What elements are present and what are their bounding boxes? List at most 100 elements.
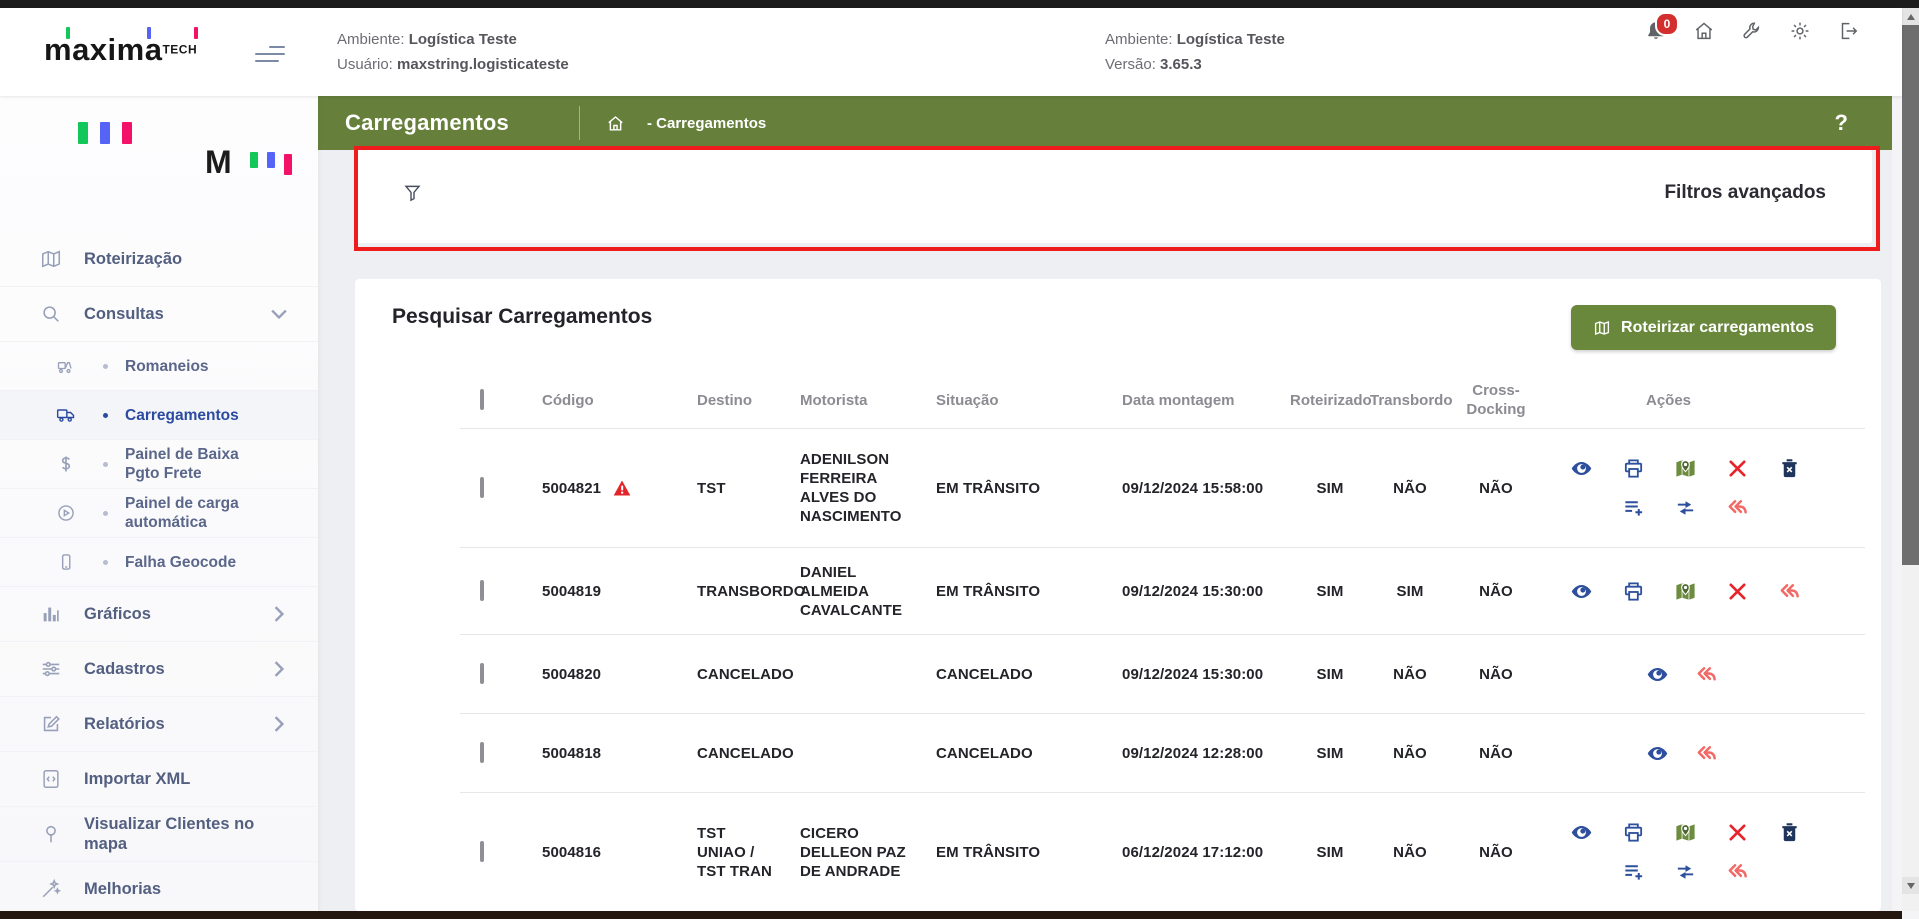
column-header-cross-docking[interactable]: Cross-Docking <box>1450 381 1542 419</box>
roteirizado-cell: SIM <box>1290 582 1370 601</box>
sidebar-item-relatorios[interactable]: Relatórios <box>0 697 318 752</box>
window-bottom-strip <box>0 911 1902 919</box>
filter-funnel-icon[interactable] <box>402 182 423 203</box>
maxima-tech-logo[interactable]: maximaTECH <box>44 32 244 76</box>
undo-icon[interactable] <box>1695 663 1718 686</box>
situacao-cell: CANCELADO <box>914 665 1100 684</box>
logout-icon[interactable] <box>1837 20 1859 42</box>
add-list-icon[interactable] <box>1622 496 1645 519</box>
view-icon[interactable] <box>1646 742 1669 765</box>
search-icon <box>40 303 62 325</box>
actions-line-2 <box>1542 496 1865 519</box>
row-checkbox[interactable] <box>480 841 484 862</box>
cancel-icon[interactable] <box>1726 457 1749 480</box>
view-icon[interactable] <box>1570 821 1593 844</box>
add-list-icon[interactable] <box>1622 860 1645 883</box>
menu-toggle-icon[interactable] <box>255 46 285 64</box>
sidebar-item-roteirizacao[interactable]: Roteirização <box>0 232 318 287</box>
table-row: 5004819TRANSBORDODANIEL ALMEIDA CAVALCAN… <box>460 547 1865 634</box>
column-header-motorista[interactable]: Motorista <box>778 391 914 410</box>
motorista-cell: CICERO DELLEON PAZ DE ANDRADE <box>778 824 914 881</box>
advanced-filters-link[interactable]: Filtros avançados <box>1664 182 1826 204</box>
trash-icon[interactable] <box>1778 821 1801 844</box>
app-header: maximaTECH Ambiente: Logística Teste Usu… <box>0 8 1902 96</box>
sliders-icon <box>40 658 62 680</box>
map-icon <box>1593 319 1611 337</box>
tools-wrench-icon[interactable] <box>1741 20 1763 42</box>
sidebar-item-melhorias[interactable]: Melhorias <box>0 862 318 911</box>
scrollbar-thumb[interactable] <box>1902 25 1919 565</box>
sidebar-item-visualizar-clientes-no-mapa[interactable]: Visualizar Clientes no mapa <box>0 807 318 862</box>
breadcrumb-home-icon[interactable] <box>606 114 625 133</box>
chevron-right-icon <box>268 603 290 625</box>
column-header-acoes[interactable]: Ações <box>1542 391 1865 410</box>
column-header-destino[interactable]: Destino <box>675 391 778 410</box>
settings-gear-icon[interactable] <box>1789 20 1811 42</box>
column-header-data-montagem[interactable]: Data montagem <box>1100 391 1290 410</box>
sidebar-item-label: Visualizar Clientes no mapa <box>84 814 274 854</box>
route-map-icon[interactable] <box>1674 821 1697 844</box>
acoes-cell <box>1542 580 1865 603</box>
view-icon[interactable] <box>1646 663 1669 686</box>
transfer-icon[interactable] <box>1674 496 1697 519</box>
sidebar-item-romaneios[interactable]: Romaneios <box>0 342 318 391</box>
row-checkbox[interactable] <box>480 477 484 498</box>
cancel-icon[interactable] <box>1726 821 1749 844</box>
undo-icon[interactable] <box>1726 496 1749 519</box>
data-montagem-cell: 09/12/2024 15:58:00 <box>1100 479 1290 498</box>
transfer-icon[interactable] <box>1674 860 1697 883</box>
help-button[interactable]: ? <box>1835 110 1848 136</box>
sidebar-item-label: Cadastros <box>84 659 165 679</box>
row-checkbox[interactable] <box>480 742 484 763</box>
sidebar-item-cadastros[interactable]: Cadastros <box>0 642 318 697</box>
sidebar-item-painel-de-carga-automatica[interactable]: Painel de carga automática <box>0 489 318 538</box>
destino-cell: TRANSBORDO <box>675 582 778 601</box>
column-header-transbordo[interactable]: Transbordo <box>1370 391 1450 410</box>
trash-icon[interactable] <box>1778 457 1801 480</box>
sidebar-item-consultas[interactable]: Consultas <box>0 287 318 342</box>
sidebar-item-label: Painel de Baixa Pgto Frete <box>125 445 275 483</box>
print-icon[interactable] <box>1622 580 1645 603</box>
home-icon[interactable] <box>1693 20 1715 42</box>
route-map-icon[interactable] <box>1674 457 1697 480</box>
page-title: Carregamentos <box>345 110 509 136</box>
scroll-down-button[interactable] <box>1902 877 1919 894</box>
warning-icon[interactable] <box>612 478 632 498</box>
bullet-dot <box>103 560 108 565</box>
route-map-icon[interactable] <box>1674 580 1697 603</box>
sidebar-item-painel-de-baixa-pgto-frete[interactable]: Painel de Baixa Pgto Frete <box>0 440 318 489</box>
row-checkbox[interactable] <box>480 663 484 684</box>
codigo-value: 5004819 <box>542 582 601 601</box>
notifications-bell-icon[interactable]: 0 <box>1645 20 1667 42</box>
print-icon[interactable] <box>1622 821 1645 844</box>
sidebar-item-importar-xml[interactable]: Importar XML <box>0 752 318 807</box>
column-header-situacao[interactable]: Situação <box>914 391 1100 410</box>
row-checkbox[interactable] <box>480 580 484 601</box>
sidebar-item-falha-geocode[interactable]: Falha Geocode <box>0 538 318 587</box>
logo-m-mark: M <box>205 148 232 176</box>
data-montagem-cell: 09/12/2024 15:30:00 <box>1100 665 1290 684</box>
sidebar-item-carregamentos[interactable]: Carregamentos <box>0 391 318 440</box>
column-header-codigo[interactable]: Código <box>520 391 675 410</box>
vertical-scrollbar[interactable] <box>1902 8 1919 911</box>
scroll-up-button[interactable] <box>1902 8 1919 25</box>
table-body: 5004821TSTADENILSON FERREIRA ALVES DO NA… <box>460 428 1865 911</box>
select-all-checkbox[interactable] <box>480 389 484 410</box>
situacao-cell: EM TRÂNSITO <box>914 843 1100 862</box>
transbordo-cell: NÃO <box>1370 843 1450 862</box>
print-icon[interactable] <box>1622 457 1645 480</box>
breadcrumb[interactable]: - Carregamentos <box>647 115 766 132</box>
table-row: 5004820CANCELADOCANCELADO09/12/2024 15:3… <box>460 634 1865 713</box>
column-header-roteirizado[interactable]: Roteirizado <box>1290 391 1370 410</box>
roteirizado-cell: SIM <box>1290 744 1370 763</box>
cancel-icon[interactable] <box>1726 580 1749 603</box>
view-icon[interactable] <box>1570 580 1593 603</box>
undo-icon[interactable] <box>1726 860 1749 883</box>
situacao-cell: EM TRÂNSITO <box>914 479 1100 498</box>
loads-table: CódigoDestinoMotoristaSituaçãoData monta… <box>460 372 1865 911</box>
sidebar-item-graficos[interactable]: Gráficos <box>0 587 318 642</box>
undo-icon[interactable] <box>1695 742 1718 765</box>
undo-icon[interactable] <box>1778 580 1801 603</box>
view-icon[interactable] <box>1570 457 1593 480</box>
route-loads-button[interactable]: Roteirizar carregamentos <box>1571 305 1836 350</box>
